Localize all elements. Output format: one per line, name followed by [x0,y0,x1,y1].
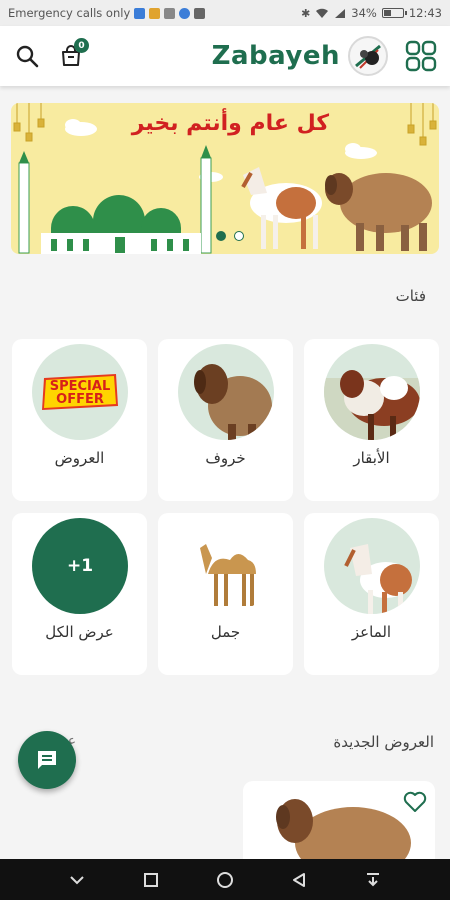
nav-notifications-button[interactable] [358,865,388,895]
category-image [178,518,274,614]
square-icon [144,872,158,887]
nav-hide-button[interactable] [62,865,92,895]
mute-icon: ✱ [301,6,311,20]
category-label: خروف [205,449,246,467]
category-image [324,518,420,614]
category-label: العروض [54,449,105,467]
chat-icon [38,751,56,769]
messenger-icon [179,7,191,19]
category-label: عرض الكل [45,623,114,641]
notification-icon [149,7,161,19]
brand: Zabayeh [212,36,388,76]
category-label: جمل [210,623,241,641]
offer-badge-line2: OFFER [56,392,104,407]
product-card[interactable] [243,781,435,861]
category-image [324,344,420,440]
image-icon [194,7,206,19]
slider-dot[interactable] [216,231,226,241]
nav-back-button[interactable] [284,865,314,895]
category-card-camel[interactable]: جمل [158,513,293,675]
category-card-view-all[interactable]: +1 عرض الكل [12,513,147,675]
new-offers-title: العروض الجديدة [333,733,434,751]
clock: 12:43 [408,6,442,20]
view-all-circle: +1 [32,518,128,614]
system-nav-bar [0,859,450,900]
search-button[interactable] [12,41,42,71]
view-all-count: +1 [66,556,94,576]
banner-title: كل عام وأنتم بخير [131,111,329,136]
status-bar: Emergency calls only ✱ 34% 12:43 [0,0,450,26]
app-header: 0 Zabayeh [0,26,450,86]
category-card-cows[interactable]: الأبقار [304,339,439,501]
search-icon [16,45,39,68]
slider-dot[interactable] [234,231,244,241]
signal-icon [335,8,346,18]
triangle-back-icon [293,872,305,887]
brand-name: Zabayeh [211,41,340,71]
status-right: ✱ 34% 12:43 [301,6,442,20]
category-image [178,344,274,440]
nav-recents-button[interactable] [136,865,166,895]
nav-home-button[interactable] [210,865,240,895]
category-label: الأبقار [353,449,390,467]
pull-down-icon [367,872,379,886]
category-card-offers[interactable]: SPECIAL OFFER العروض [12,339,147,501]
cart-count-badge: 0 [74,38,89,53]
category-card-goats[interactable]: الماعز [304,513,439,675]
circle-icon [217,871,233,888]
carrier-text: Emergency calls only [8,6,131,20]
chevron-down-icon [70,875,84,884]
status-left: Emergency calls only [8,6,301,20]
promo-banner[interactable]: كل عام وأنتم بخير [11,103,439,254]
chat-fab[interactable] [18,731,76,789]
battery-icon [381,8,407,18]
notification-icon [134,7,146,19]
category-label: الماعز [351,623,392,641]
mail-icon [164,7,176,19]
cart-button[interactable]: 0 [56,38,89,71]
category-image: SPECIAL OFFER [32,344,128,440]
brand-logo [348,36,388,76]
grid-menu-icon [405,40,437,72]
category-card-sheep[interactable]: خروف [158,339,293,501]
favorite-icon[interactable] [403,791,427,813]
battery-percent: 34% [351,6,377,20]
slider-dots [216,231,244,241]
menu-button[interactable] [404,39,438,73]
wifi-icon [316,8,329,18]
categories-title: فئات [395,287,426,305]
